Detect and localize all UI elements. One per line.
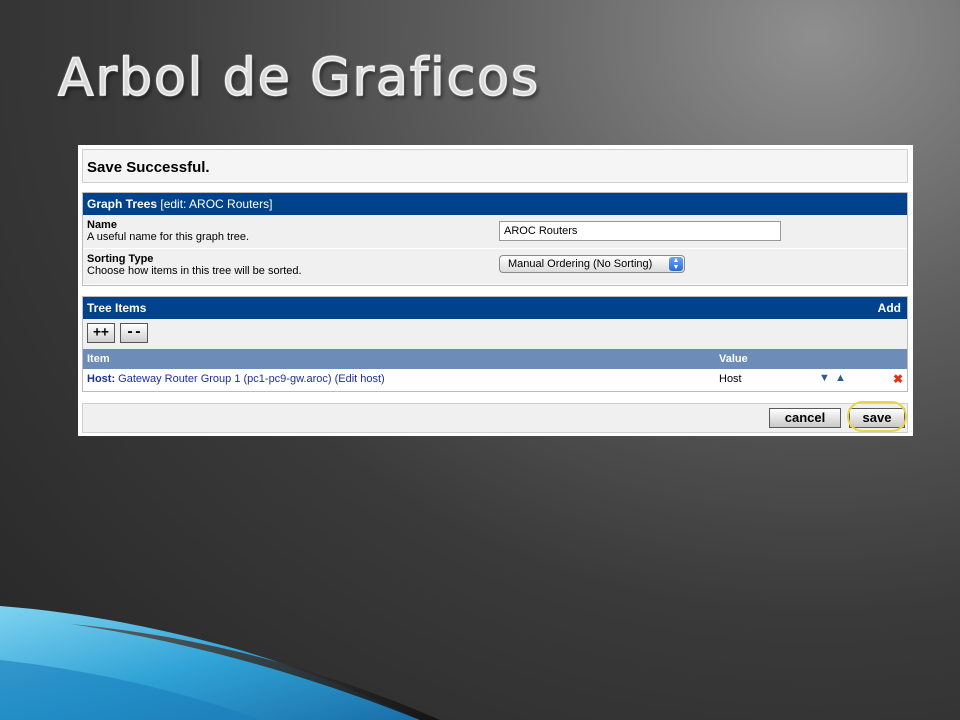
decorative-swoosh bbox=[0, 606, 440, 720]
